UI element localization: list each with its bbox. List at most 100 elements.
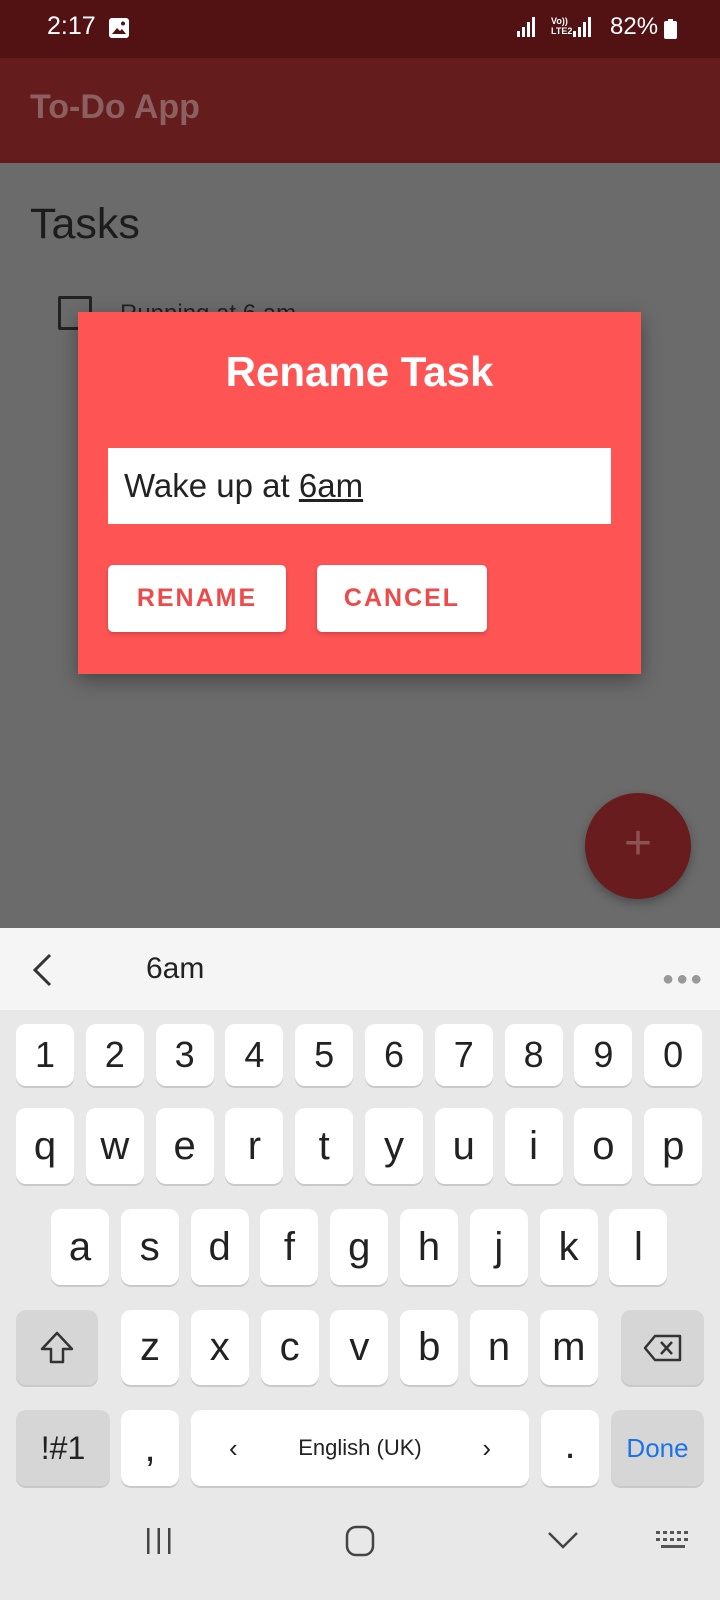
key-label: m bbox=[552, 1325, 586, 1369]
nav-back-icon[interactable] bbox=[547, 1530, 579, 1550]
key-label: i bbox=[529, 1124, 539, 1168]
rename-task-dialog: Rename Task Wake up at 6am RENAME CANCEL bbox=[78, 312, 641, 674]
key-i[interactable]: i bbox=[504, 1108, 563, 1184]
key-label: w bbox=[100, 1124, 130, 1168]
key-g[interactable]: g bbox=[330, 1209, 389, 1285]
input-text: Wake up at bbox=[124, 467, 299, 504]
key-8[interactable]: 8 bbox=[504, 1024, 563, 1086]
key-p[interactable]: p bbox=[644, 1108, 703, 1184]
done-key[interactable]: Done bbox=[611, 1410, 704, 1486]
recents-icon[interactable] bbox=[145, 1526, 173, 1556]
key-label: s bbox=[139, 1225, 160, 1269]
comma-key[interactable]: , bbox=[121, 1410, 179, 1486]
key-k[interactable]: k bbox=[539, 1209, 598, 1285]
status-time: 2:17 bbox=[47, 12, 96, 40]
key-label: 5 bbox=[314, 1034, 335, 1075]
key-label: 7 bbox=[453, 1034, 474, 1075]
key-label: v bbox=[349, 1325, 370, 1369]
language-left-icon: ‹ bbox=[229, 1433, 238, 1463]
key-1[interactable]: 1 bbox=[16, 1024, 74, 1086]
shift-key[interactable] bbox=[16, 1310, 98, 1385]
key-5[interactable]: 5 bbox=[295, 1024, 354, 1086]
key-0[interactable]: 0 bbox=[644, 1024, 703, 1086]
key-label: q bbox=[33, 1124, 57, 1168]
key-q[interactable]: q bbox=[16, 1108, 74, 1184]
key-label: a bbox=[68, 1225, 92, 1269]
app-bar: To-Do App bbox=[0, 58, 720, 163]
key-2[interactable]: 2 bbox=[85, 1024, 144, 1086]
key-h[interactable]: h bbox=[400, 1209, 458, 1285]
tasks-heading: Tasks bbox=[30, 200, 140, 248]
key-label: 8 bbox=[523, 1034, 544, 1075]
key-w[interactable]: w bbox=[85, 1108, 144, 1184]
key-label: z bbox=[140, 1325, 160, 1369]
key-label: b bbox=[418, 1325, 441, 1369]
shift-icon bbox=[40, 1331, 74, 1364]
backspace-key[interactable] bbox=[621, 1310, 704, 1385]
keyboard-icon[interactable] bbox=[655, 1530, 693, 1552]
key-u[interactable]: u bbox=[434, 1108, 493, 1184]
key-o[interactable]: o bbox=[574, 1108, 633, 1184]
key-label: 2 bbox=[104, 1034, 125, 1075]
suggestion-word[interactable]: 6am bbox=[146, 952, 204, 986]
key-label: r bbox=[247, 1124, 262, 1168]
key-label: 3 bbox=[174, 1034, 195, 1075]
key-c[interactable]: c bbox=[260, 1310, 319, 1385]
key-label: u bbox=[452, 1124, 475, 1168]
key-e[interactable]: e bbox=[155, 1108, 214, 1184]
rename-button[interactable]: RENAME bbox=[108, 565, 286, 632]
key-label: 1 bbox=[34, 1034, 56, 1075]
key-9[interactable]: 9 bbox=[574, 1024, 633, 1086]
language-label: English (UK) bbox=[298, 1435, 422, 1460]
key-label: o bbox=[592, 1124, 615, 1168]
key-j[interactable]: j bbox=[469, 1209, 528, 1285]
key-6[interactable]: 6 bbox=[365, 1024, 423, 1086]
key-r[interactable]: r bbox=[225, 1108, 284, 1184]
key-n[interactable]: n bbox=[470, 1310, 528, 1385]
key-b[interactable]: b bbox=[400, 1310, 459, 1385]
key-t[interactable]: t bbox=[295, 1108, 354, 1184]
period-key-label: . bbox=[564, 1423, 576, 1467]
key-label: 4 bbox=[244, 1034, 265, 1075]
key-label: d bbox=[208, 1225, 231, 1269]
key-z[interactable]: z bbox=[121, 1310, 179, 1385]
key-a[interactable]: a bbox=[51, 1209, 109, 1285]
key-label: 6 bbox=[383, 1034, 405, 1075]
app-title: To-Do App bbox=[30, 88, 200, 126]
status-bar: 2:17 Vo)) LTE2 82% bbox=[0, 0, 720, 58]
key-label: 9 bbox=[593, 1034, 614, 1075]
key-4[interactable]: 4 bbox=[225, 1024, 284, 1086]
symbols-key[interactable]: !#1 bbox=[16, 1410, 110, 1486]
comma-key-label: , bbox=[144, 1426, 156, 1470]
key-m[interactable]: m bbox=[539, 1310, 598, 1385]
add-task-button[interactable]: + bbox=[585, 793, 691, 899]
key-y[interactable]: y bbox=[365, 1108, 423, 1184]
key-x[interactable]: x bbox=[190, 1310, 249, 1385]
key-l[interactable]: l bbox=[609, 1209, 668, 1285]
more-icon[interactable]: ●●● bbox=[662, 968, 704, 991]
period-key[interactable]: . bbox=[541, 1410, 599, 1486]
key-v[interactable]: v bbox=[330, 1310, 389, 1385]
key-f[interactable]: f bbox=[260, 1209, 319, 1285]
task-name-input[interactable]: Wake up at 6am bbox=[108, 448, 611, 524]
key-s[interactable]: s bbox=[120, 1209, 179, 1285]
key-label: e bbox=[173, 1124, 196, 1168]
dialog-title: Rename Task bbox=[225, 348, 494, 395]
keyboard: 1234567890 qwertyuiop asdfghjkl zxcvbnm … bbox=[0, 1010, 720, 1496]
key-label: k bbox=[558, 1225, 579, 1269]
cancel-button[interactable]: CANCEL bbox=[317, 565, 487, 632]
key-label: x bbox=[209, 1325, 230, 1369]
key-label: l bbox=[633, 1225, 643, 1269]
key-label: t bbox=[318, 1124, 330, 1168]
input-composing-text: 6am bbox=[298, 467, 364, 504]
key-label: p bbox=[662, 1124, 685, 1168]
home-icon[interactable] bbox=[344, 1524, 376, 1558]
key-label: 0 bbox=[663, 1034, 684, 1075]
key-3[interactable]: 3 bbox=[155, 1024, 214, 1086]
suggestion-bar: 6am ●●● bbox=[0, 928, 720, 1010]
back-chevron-icon[interactable] bbox=[30, 952, 56, 988]
space-key[interactable]: ‹ English (UK) › bbox=[191, 1410, 529, 1486]
key-7[interactable]: 7 bbox=[434, 1024, 493, 1086]
key-label: n bbox=[487, 1325, 511, 1369]
key-d[interactable]: d bbox=[190, 1209, 249, 1285]
